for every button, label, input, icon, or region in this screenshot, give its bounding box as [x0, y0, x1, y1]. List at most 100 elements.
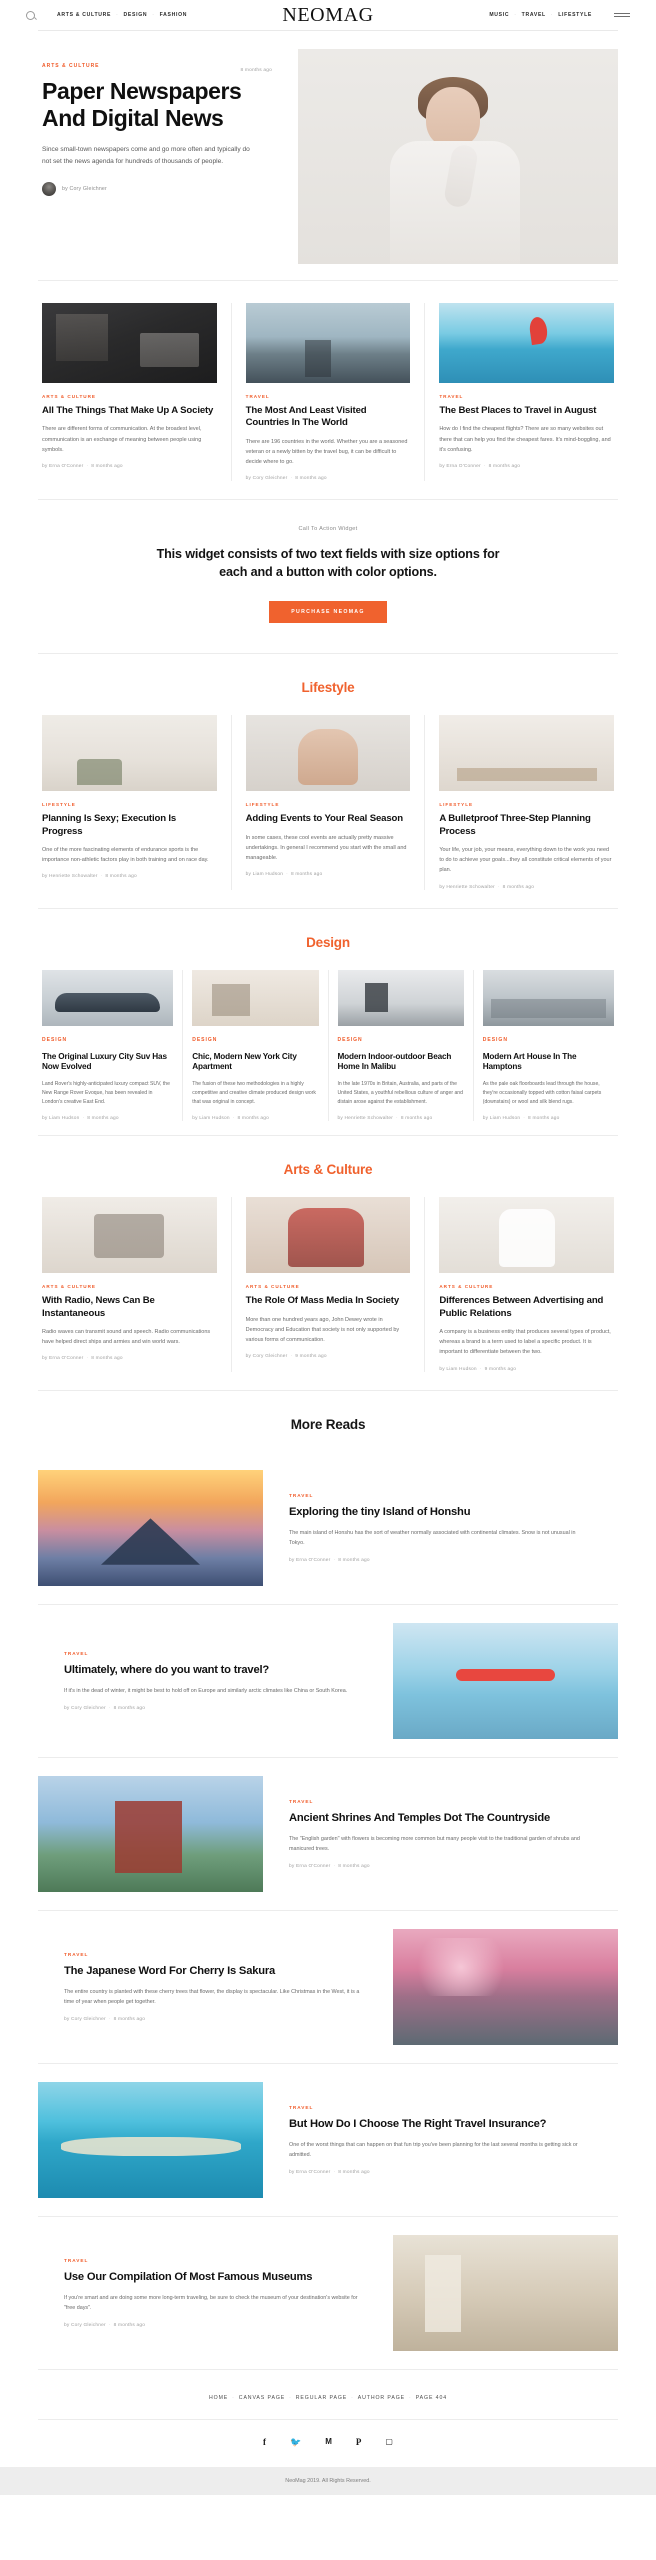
card-title[interactable]: Ultimately, where do you want to travel?	[64, 1663, 367, 1678]
article-card[interactable]: DESIGN The Original Luxury City Suv Has …	[38, 969, 182, 1121]
article-thumbnail[interactable]	[439, 715, 614, 792]
card-author[interactable]: by Liam Hudson	[192, 1116, 229, 1121]
article-thumbnail[interactable]	[337, 969, 464, 1026]
section-heading-design[interactable]: Design	[38, 909, 618, 970]
article-card[interactable]: ARTS & CULTURE Differences Between Adver…	[425, 1197, 618, 1372]
card-title[interactable]: Exploring the tiny Island of Honshu	[289, 1505, 592, 1520]
card-author[interactable]: by Erna O'Conner	[289, 1864, 330, 1869]
card-category[interactable]: DESIGN	[192, 1037, 318, 1043]
card-title[interactable]: But How Do I Choose The Right Travel Ins…	[289, 2117, 592, 2132]
card-category[interactable]: TRAVEL	[64, 2258, 367, 2263]
card-author[interactable]: by Liam Hudson	[439, 1367, 476, 1372]
twitter-icon[interactable]: 🐦	[290, 2437, 301, 2447]
article-card[interactable]: DESIGN Modern Indoor-outdoor Beach Home …	[329, 969, 473, 1121]
site-logo[interactable]: NEOMAG	[282, 5, 373, 25]
nav-item-design[interactable]: DESIGN	[124, 12, 148, 18]
card-title[interactable]: Modern Indoor-outdoor Beach Home In Mali…	[338, 1052, 464, 1073]
list-item[interactable]: TRAVEL But How Do I Choose The Right Tra…	[38, 2064, 618, 2216]
card-title[interactable]: Chic, Modern New York City Apartment	[192, 1052, 318, 1073]
nav-item-music[interactable]: MUSIC	[489, 12, 509, 18]
article-card[interactable]: DESIGN Modern Art House In The Hamptons …	[474, 969, 618, 1121]
list-item[interactable]: TRAVEL Exploring the tiny Island of Hons…	[38, 1452, 618, 1604]
instagram-icon[interactable]: ▢	[385, 2437, 393, 2447]
list-item[interactable]: TRAVEL Ultimately, where do you want to …	[38, 1605, 618, 1757]
list-item[interactable]: TRAVEL Ancient Shrines And Temples Dot T…	[38, 1758, 618, 1910]
card-author[interactable]: by Erna O'Conner	[42, 1356, 83, 1361]
card-category[interactable]: ARTS & CULTURE	[42, 1284, 217, 1289]
card-author[interactable]: by Erna O'Conner	[42, 464, 83, 469]
card-category[interactable]: LIFESTYLE	[246, 802, 411, 807]
card-author[interactable]: by Cory Gleichner	[64, 2017, 106, 2022]
card-category[interactable]: TRAVEL	[64, 1651, 367, 1656]
section-heading-arts-culture[interactable]: Arts & Culture	[38, 1136, 618, 1197]
list-item[interactable]: TRAVEL Use Our Compilation Of Most Famou…	[38, 2217, 618, 2369]
article-thumbnail[interactable]	[482, 969, 614, 1026]
article-thumbnail[interactable]	[42, 1197, 217, 1274]
article-card[interactable]: LIFESTYLE A Bulletproof Three-Step Plann…	[425, 715, 618, 890]
article-thumbnail[interactable]	[393, 1928, 618, 2045]
pinterest-icon[interactable]: P	[356, 2437, 362, 2447]
hero-author[interactable]: by Cory Gleichner	[62, 186, 107, 192]
footer-link-page-404[interactable]: PAGE 404	[416, 2395, 447, 2401]
card-author[interactable]: by Liam Hudson	[483, 1116, 520, 1121]
card-title[interactable]: With Radio, News Can Be Instantaneous	[42, 1295, 217, 1320]
card-category[interactable]: TRAVEL	[289, 1799, 592, 1804]
card-category[interactable]: DESIGN	[338, 1037, 464, 1043]
section-heading-lifestyle[interactable]: Lifestyle	[38, 654, 618, 715]
article-thumbnail[interactable]	[393, 2234, 618, 2351]
card-author[interactable]: by Erna O'Conner	[439, 464, 480, 469]
card-title[interactable]: Ancient Shrines And Temples Dot The Coun…	[289, 1811, 592, 1826]
card-author[interactable]: by Henriette Schowalter	[439, 885, 495, 890]
footer-link-regular-page[interactable]: REGULAR PAGE	[296, 2395, 347, 2401]
card-title[interactable]: All The Things That Make Up A Society	[42, 405, 217, 417]
card-title[interactable]: The Most And Least Visited Countries In …	[246, 405, 411, 430]
article-thumbnail[interactable]	[192, 969, 319, 1026]
nav-item-fashion[interactable]: FASHION	[160, 12, 188, 18]
card-category[interactable]: ARTS & CULTURE	[439, 1284, 614, 1289]
card-category[interactable]: ARTS & CULTURE	[246, 1284, 411, 1289]
card-author[interactable]: by Henriette Schowalter	[338, 1116, 394, 1121]
card-title[interactable]: A Bulletproof Three-Step Planning Proces…	[439, 813, 614, 838]
card-title[interactable]: Adding Events to Your Real Season	[246, 813, 411, 825]
card-category[interactable]: TRAVEL	[289, 2105, 592, 2110]
card-category[interactable]: DESIGN	[42, 1037, 173, 1043]
article-card[interactable]: ARTS & CULTURE With Radio, News Can Be I…	[38, 1197, 231, 1371]
card-title[interactable]: The Japanese Word For Cherry Is Sakura	[64, 1964, 367, 1979]
card-category[interactable]: ARTS & CULTURE	[42, 394, 217, 399]
card-title[interactable]: Modern Art House In The Hamptons	[483, 1052, 614, 1073]
list-item[interactable]: TRAVEL The Japanese Word For Cherry Is S…	[38, 1911, 618, 2063]
article-thumbnail[interactable]	[393, 1622, 618, 1739]
card-author[interactable]: by Cory Gleichner	[246, 1354, 288, 1359]
card-title[interactable]: Planning Is Sexy; Execution Is Progress	[42, 813, 217, 838]
search-icon[interactable]	[26, 10, 35, 20]
medium-icon[interactable]: M	[325, 2437, 332, 2447]
card-category[interactable]: DESIGN	[483, 1037, 614, 1043]
card-title[interactable]: Differences Between Advertising and Publ…	[439, 1295, 614, 1320]
hero-image[interactable]	[298, 49, 618, 264]
article-thumbnail[interactable]	[38, 1775, 263, 1892]
article-thumbnail[interactable]	[42, 715, 217, 792]
card-author[interactable]: by Cory Gleichner	[64, 1706, 106, 1711]
nav-item-lifestyle[interactable]: LIFESTYLE	[558, 12, 592, 18]
card-title[interactable]: Use Our Compilation Of Most Famous Museu…	[64, 2270, 367, 2285]
card-author[interactable]: by Henriette Schowalter	[42, 874, 98, 879]
card-author[interactable]: by Liam Hudson	[246, 872, 283, 877]
article-thumbnail[interactable]	[439, 1197, 614, 1274]
article-card[interactable]: TRAVEL The Most And Least Visited Countr…	[232, 303, 425, 481]
card-category[interactable]: LIFESTYLE	[439, 802, 614, 807]
hero-title[interactable]: Paper Newspapers And Digital News	[42, 78, 272, 132]
card-category[interactable]: TRAVEL	[64, 1952, 367, 1957]
article-thumbnail[interactable]	[245, 1197, 411, 1274]
card-title[interactable]: The Role Of Mass Media In Society	[246, 1295, 411, 1307]
article-thumbnail[interactable]	[42, 303, 217, 383]
article-card[interactable]: LIFESTYLE Planning Is Sexy; Execution Is…	[38, 715, 231, 889]
article-thumbnail[interactable]	[245, 715, 411, 792]
footer-link-home[interactable]: HOME	[209, 2395, 228, 2401]
nav-item-arts-culture[interactable]: ARTS & CULTURE	[57, 12, 111, 18]
article-thumbnail[interactable]	[38, 1469, 263, 1586]
nav-item-travel[interactable]: TRAVEL	[522, 12, 546, 18]
card-title[interactable]: The Best Places to Travel in August	[439, 405, 614, 417]
card-author[interactable]: by Erna O'Conner	[289, 2170, 330, 2175]
card-title[interactable]: The Original Luxury City Suv Has Now Evo…	[42, 1052, 173, 1073]
footer-link-author-page[interactable]: AUTHOR PAGE	[358, 2395, 405, 2401]
